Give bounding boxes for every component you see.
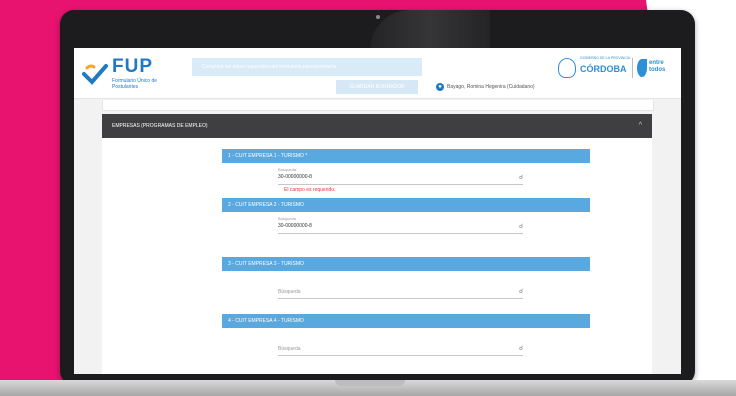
- field-header: 4 - CUIT EMPRESA 4 - TURISMO: [222, 314, 590, 328]
- field-header: 1 - CUIT EMPRESA 1 - TURISMO *: [222, 149, 590, 163]
- check-logo-icon: [82, 64, 108, 85]
- government-logo: GOBIERNO DE LA PROVINCIA CÓRDOBA entre t…: [558, 56, 673, 82]
- section-header[interactable]: EMPRESAS (PROGRAMAS DE EMPLEO) ^: [102, 114, 652, 138]
- user-info[interactable]: ● Bayago, Romina Hegenira (Cuidadano): [436, 82, 535, 92]
- employers-section: EMPRESAS (PROGRAMAS DE EMPLEO) ^ 1 - CUI…: [102, 114, 652, 374]
- field-value: 30-00000000-8: [278, 223, 312, 229]
- user-name: Bayago, Romina Hegenira (Cuidadano): [447, 84, 535, 90]
- cuit-search-input[interactable]: Búsqueda ☌: [278, 284, 523, 299]
- field-label: Búsqueda: [278, 216, 297, 221]
- search-icon[interactable]: ☌: [519, 223, 523, 230]
- search-icon[interactable]: ☌: [519, 288, 523, 295]
- search-icon[interactable]: ☌: [519, 345, 523, 352]
- laptop-gloss: [370, 10, 490, 50]
- field-placeholder: Búsqueda: [278, 346, 301, 352]
- field-header: 2 - CUIT EMPRESA 2 - TURISMO: [222, 198, 590, 212]
- section-title: EMPRESAS (PROGRAMAS DE EMPLEO): [112, 123, 208, 129]
- divider: [632, 58, 633, 78]
- field-value: 30-00000000-8: [278, 174, 312, 180]
- fup-logo[interactable]: FUP Formulario Único de Postulantes: [82, 54, 172, 94]
- laptop-frame: FUP Formulario Único de Postulantes Comp…: [60, 10, 695, 385]
- cuit-search-input[interactable]: Búsqueda 30-00000000-8 ☌: [278, 167, 523, 185]
- field-header: 3 - CUIT EMPRESA 3 - TURISMO: [222, 257, 590, 271]
- gov-subtitle: GOBIERNO DE LA PROVINCIA: [580, 56, 630, 60]
- app-header: FUP Formulario Único de Postulantes Comp…: [74, 48, 681, 99]
- search-icon[interactable]: ☌: [519, 174, 523, 181]
- gov-name: CÓRDOBA: [580, 64, 627, 74]
- previous-card-bottom: [102, 100, 654, 111]
- cuit-search-input[interactable]: Búsqueda 30-00000000-8 ☌: [278, 216, 523, 234]
- user-icon: ●: [436, 83, 444, 91]
- camera-icon: [376, 15, 380, 19]
- chevron-up-icon[interactable]: ^: [639, 114, 642, 138]
- entre-todos-logo: entre todos: [637, 57, 671, 79]
- info-banner: Completá los datos requeridos del formul…: [192, 58, 422, 76]
- field-placeholder: Búsqueda: [278, 289, 301, 295]
- save-draft-button[interactable]: GUARDAR BORRADOR: [336, 80, 418, 94]
- logo-subtitle: Formulario Único de Postulantes: [112, 78, 158, 90]
- entre-todos-text: entre todos: [649, 60, 666, 73]
- field-label: Búsqueda: [278, 167, 297, 172]
- cuit-search-input[interactable]: Búsqueda ☌: [278, 341, 523, 356]
- laptop-screen: FUP Formulario Único de Postulantes Comp…: [74, 48, 681, 374]
- seal-icon: [558, 58, 576, 78]
- error-message: El campo es requerido.: [284, 187, 336, 193]
- laptop-notch: [335, 380, 405, 386]
- logo-text: FUP: [112, 56, 153, 77]
- entre-todos-icon: [637, 59, 647, 77]
